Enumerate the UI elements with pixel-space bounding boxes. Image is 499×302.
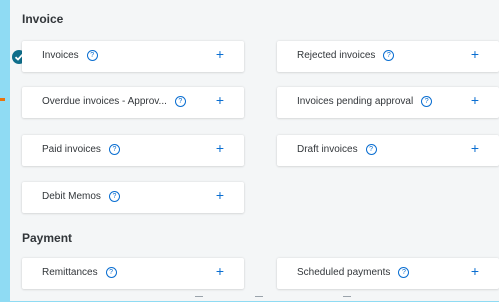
add-icon[interactable]: +: [471, 141, 479, 155]
section-title-payment: Payment: [22, 231, 73, 245]
partial-icon: [343, 296, 351, 302]
help-icon[interactable]: ?: [174, 96, 186, 107]
help-icon[interactable]: ?: [421, 96, 433, 107]
add-icon[interactable]: +: [471, 47, 479, 61]
tile-label: Invoices?: [42, 50, 98, 61]
partial-icon: [195, 296, 203, 302]
add-icon[interactable]: +: [216, 47, 224, 61]
help-icon[interactable]: ?: [398, 267, 410, 278]
tile-label: Paid invoices?: [42, 144, 120, 155]
tile-remittances[interactable]: Remittances? +: [22, 258, 244, 289]
add-icon[interactable]: +: [216, 141, 224, 155]
add-icon[interactable]: +: [471, 93, 479, 107]
tile-debit-memos[interactable]: Debit Memos? +: [22, 182, 244, 213]
partial-icon: [255, 296, 263, 302]
help-icon[interactable]: ?: [108, 191, 120, 202]
add-icon[interactable]: +: [216, 188, 224, 202]
tile-label: Overdue invoices - Approv...?: [42, 96, 186, 107]
tile-rejected-invoices[interactable]: Rejected invoices? +: [277, 41, 499, 72]
tile-invoices[interactable]: Invoices? +: [22, 41, 244, 72]
tile-paid-invoices[interactable]: Paid invoices? +: [22, 135, 244, 166]
section-title-invoice: Invoice: [22, 12, 64, 26]
add-icon[interactable]: +: [471, 264, 479, 278]
add-icon[interactable]: +: [216, 264, 224, 278]
content-panel: Invoice Invoices? + Rejected invoices? +…: [10, 0, 499, 301]
tile-label: Remittances?: [42, 267, 117, 278]
help-icon[interactable]: ?: [86, 50, 98, 61]
tile-draft-invoices[interactable]: Draft invoices? +: [277, 135, 499, 166]
tile-invoices-pending-approval[interactable]: Invoices pending approval? +: [277, 87, 499, 118]
tile-label: Scheduled payments?: [297, 267, 410, 278]
tile-label: Rejected invoices?: [297, 50, 395, 61]
help-icon[interactable]: ?: [108, 144, 120, 155]
tile-label: Invoices pending approval?: [297, 96, 433, 107]
help-icon[interactable]: ?: [365, 144, 377, 155]
add-icon[interactable]: +: [216, 93, 224, 107]
tile-label: Draft invoices?: [297, 144, 377, 155]
left-edge-arrow-indicator: [0, 98, 5, 101]
tile-overdue-invoices[interactable]: Overdue invoices - Approv...? +: [22, 87, 244, 118]
help-icon[interactable]: ?: [105, 267, 117, 278]
tile-scheduled-payments[interactable]: Scheduled payments? +: [277, 258, 499, 289]
tile-label: Debit Memos?: [42, 191, 120, 202]
help-icon[interactable]: ?: [383, 50, 395, 61]
